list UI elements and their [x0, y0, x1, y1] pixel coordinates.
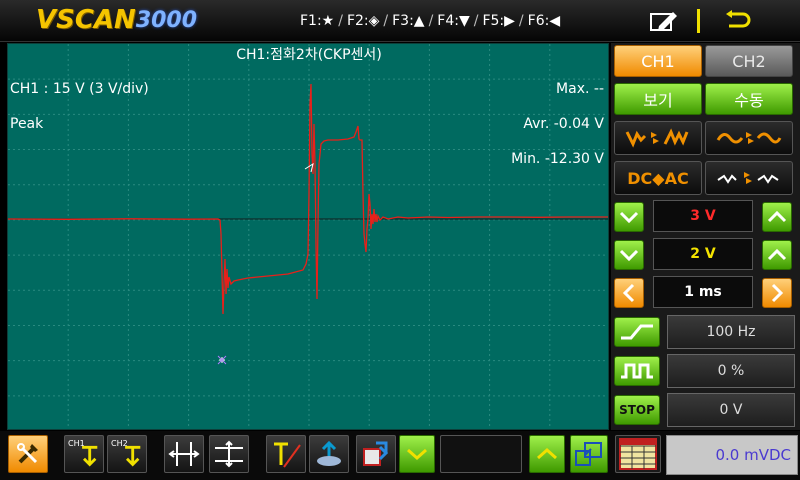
text-tool-icon — [274, 442, 301, 468]
chevron-up-icon — [767, 210, 787, 223]
chevron-down-icon — [619, 211, 639, 224]
max-value-label: Max. -- — [556, 81, 604, 97]
return-arrow-icon — [726, 10, 751, 28]
ch2-trigger-button[interactable]: CH2 — [107, 435, 147, 473]
rising-edge-icon — [621, 324, 653, 340]
top-bar: VSCAN 3000 F1:★ / F2:◈ / F3:▲ / F4:▼ / F5:▶ / F6:◀ — [0, 0, 800, 42]
file-name-field[interactable] — [440, 435, 522, 473]
save-button[interactable] — [356, 435, 396, 473]
chevron-up-icon — [767, 248, 787, 261]
back-button[interactable] — [720, 6, 756, 36]
waveform-plot — [8, 44, 608, 429]
horizontal-cursors-icon — [215, 440, 243, 468]
chevron-right-icon — [771, 283, 784, 303]
time-div-decrease-button[interactable] — [614, 278, 644, 308]
scroll-down-button[interactable] — [399, 435, 435, 473]
ch2-volt-div-value: 2 V — [653, 238, 753, 270]
channel-scale-label: CH1 : 15 V (3 V/div) — [10, 81, 149, 97]
scroll-up-button[interactable] — [529, 435, 565, 473]
ch2-button[interactable]: CH2 — [705, 45, 793, 77]
stop-value: 0 V — [667, 393, 795, 427]
time-div-increase-button[interactable] — [762, 278, 792, 308]
vertical-cursor-button[interactable] — [164, 435, 204, 473]
manual-button[interactable]: 수동 — [705, 83, 793, 115]
table-grid-icon — [619, 438, 657, 470]
chevron-left-icon — [622, 283, 635, 303]
ch2-volt-up-button[interactable] — [762, 240, 792, 270]
dc-ac-button[interactable]: DC◆AC — [614, 161, 702, 195]
function-keys: F1:★ / F2:◈ / F3:▲ / F4:▼ / F5:▶ / F6:◀ — [300, 13, 561, 29]
ch1-button[interactable]: CH1 — [614, 45, 702, 77]
min-value-label: Min. -12.30 V — [511, 151, 604, 167]
ch1-volt-down-button[interactable] — [614, 202, 644, 232]
waveform-style-button[interactable] — [705, 121, 793, 155]
average-value-label: Avr. -0.04 V — [523, 116, 604, 132]
filter-wave-icon — [717, 172, 779, 184]
bottom-toolbar: CH1 CH2 0.0 mVDC — [0, 431, 800, 480]
app-logo: VSCAN 3000 — [36, 4, 197, 36]
text-annotation-button[interactable] — [266, 435, 306, 473]
disk-upload-icon — [317, 440, 341, 466]
chevron-down-icon — [619, 249, 639, 262]
frequency-value: 100 Hz — [667, 315, 795, 349]
trigger-edge-button[interactable] — [614, 121, 702, 155]
pulse-mode-button[interactable] — [614, 356, 660, 386]
edit-button[interactable] — [648, 8, 680, 36]
zoom-window-icon — [575, 442, 602, 466]
wrench-hammer-icon — [17, 443, 38, 464]
fkey-f6[interactable]: F6:◀ — [528, 13, 560, 29]
ch1-volt-div-value: 3 V — [653, 200, 753, 232]
ch1-trigger-button[interactable]: CH1 — [64, 435, 104, 473]
coupling-style-button[interactable] — [705, 161, 793, 195]
horizontal-cursor-button[interactable] — [209, 435, 249, 473]
ch1-volt-up-button[interactable] — [762, 202, 792, 232]
channel-title: CH1:점화2차(CKP센서) — [236, 47, 382, 63]
ch1-tool-label: CH1 — [68, 439, 85, 448]
square-pulse-icon — [621, 363, 653, 379]
rising-falling-edge-icon — [625, 128, 689, 148]
data-table-button[interactable] — [615, 435, 661, 473]
save-floppy-icon — [363, 441, 389, 466]
chevron-up-icon — [537, 447, 557, 460]
chevron-down-icon — [407, 448, 427, 461]
fkey-f2[interactable]: F2:◈ — [347, 13, 379, 29]
time-div-value: 1 ms — [653, 276, 753, 308]
oscilloscope-screen[interactable]: CH1:점화2차(CKP센서) CH1 : 15 V (3 V/div) Pea… — [7, 43, 609, 430]
fkey-f1[interactable]: F1:★ — [300, 13, 334, 29]
view-button[interactable]: 보기 — [614, 83, 702, 115]
tools-button[interactable] — [8, 435, 48, 473]
fkey-f3[interactable]: F3:▲ — [392, 13, 424, 29]
sine-wave-icon — [716, 132, 782, 144]
ch2-tool-label: CH2 — [111, 439, 128, 448]
acquisition-mode-label: Peak — [10, 116, 44, 132]
logo-3000: 3000 — [135, 7, 198, 33]
pencil-icon — [650, 12, 677, 31]
trigger-slope-button[interactable] — [614, 317, 660, 347]
logo-vscan: VSCAN — [36, 5, 136, 35]
toolbar-divider — [697, 9, 700, 33]
control-panel: CH1 CH2 보기 수동 DC◆AC 3 V 2 V 1 ms 100 Hz … — [611, 43, 800, 430]
upload-button[interactable] — [309, 435, 349, 473]
vertical-cursors-icon — [168, 442, 200, 466]
stop-button[interactable]: STOP — [614, 395, 660, 425]
fkey-f4[interactable]: F4:▼ — [437, 13, 469, 29]
measurement-readout: 0.0 mVDC — [666, 435, 798, 475]
duty-value: 0 % — [667, 354, 795, 388]
zoom-window-button[interactable] — [570, 435, 608, 473]
fkey-f5[interactable]: F5:▶ — [482, 13, 514, 29]
ch2-volt-down-button[interactable] — [614, 240, 644, 270]
